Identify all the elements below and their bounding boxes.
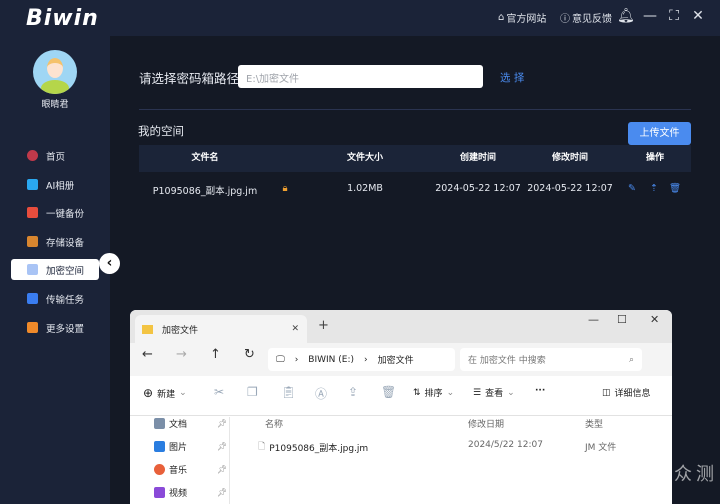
- nav-pictures[interactable]: 图片: [154, 440, 187, 453]
- row-size: 1.02MB: [347, 183, 383, 194]
- path-input[interactable]: E:\加密文件: [238, 65, 483, 88]
- search-input[interactable]: 在 加密文件 中搜索 ⌕: [460, 348, 642, 371]
- avatar[interactable]: [33, 50, 77, 94]
- documents-icon: [154, 418, 165, 429]
- file-explorer-window: 加密文件 ✕ + — ☐ ✕ ← → ↑ ↻ 🖵︎ › BIWIN (E:) › 加…: [130, 310, 672, 504]
- pin-icon[interactable]: 📌︎: [217, 419, 227, 428]
- col-actions: 操作: [645, 153, 664, 163]
- sort-button[interactable]: ⇅ 排序 ⌄: [413, 386, 454, 400]
- album-icon: [27, 179, 38, 190]
- settings-icon: [27, 322, 38, 333]
- minimize-icon[interactable]: —: [588, 313, 599, 326]
- row-modified: 2024-05-22 12:07: [527, 183, 613, 194]
- lock-icon: 🔒︎: [282, 183, 288, 194]
- col-created: 创建时间: [459, 153, 496, 163]
- title-bar: Biwin ⌂ 官方网站 ⓘ 意见反馈 🔔︎ — ⛶ ✕: [0, 0, 720, 36]
- row-filename[interactable]: P1095086_副本.jpg.jm: [140, 183, 270, 197]
- nav-music[interactable]: 音乐: [154, 463, 187, 476]
- collapse-sidebar-button[interactable]: ‹: [99, 253, 120, 274]
- file-type: JM 文件: [585, 443, 617, 453]
- rename-icon[interactable]: Ⓐ: [315, 385, 327, 402]
- minimize-icon[interactable]: —: [642, 8, 658, 24]
- cut-icon[interactable]: ✂: [214, 385, 224, 399]
- transfer-icon: [27, 293, 38, 304]
- official-site-link[interactable]: ⌂ 官方网站: [498, 10, 546, 25]
- up-icon[interactable]: ↑: [210, 347, 221, 362]
- folder-icon: [142, 324, 153, 334]
- col-size: 文件大小: [346, 153, 383, 163]
- nav-videos[interactable]: 视频: [154, 486, 187, 499]
- edit-icon[interactable]: ✎: [628, 183, 636, 194]
- col-modified: 修改时间: [551, 153, 588, 163]
- back-icon[interactable]: ←: [142, 347, 153, 362]
- col-date[interactable]: 修改日期: [468, 417, 504, 430]
- sidebar-item-transfer[interactable]: 传输任务: [11, 288, 99, 309]
- sidebar-item-backup[interactable]: 一键备份: [11, 202, 99, 223]
- sidebar-item-ai-album[interactable]: AI相册: [11, 174, 99, 195]
- divider: [139, 109, 691, 110]
- pin-icon[interactable]: 📌︎: [217, 442, 227, 451]
- list-icon: ☰: [473, 387, 482, 398]
- computer-icon: 🖵︎: [276, 354, 285, 365]
- pictures-icon: [154, 441, 165, 452]
- music-icon: [154, 464, 165, 475]
- view-button[interactable]: ☰ 查看 ⌄: [473, 386, 515, 400]
- command-bar: [130, 376, 672, 416]
- tab-encrypted-folder[interactable]: 加密文件 ✕: [135, 315, 307, 343]
- upload-file-button[interactable]: 上传文件: [628, 122, 691, 145]
- sort-icon: ⇅: [413, 387, 421, 398]
- paste-icon[interactable]: 📋︎: [281, 385, 296, 399]
- sidebar-item-storage[interactable]: 存储设备: [11, 231, 99, 252]
- feedback-link[interactable]: ⓘ 意见反馈: [560, 10, 612, 25]
- refresh-icon[interactable]: ↻: [244, 347, 255, 362]
- question-icon: ⓘ: [560, 14, 570, 25]
- forward-icon[interactable]: →: [176, 347, 187, 362]
- home-icon: ⌂: [498, 12, 505, 23]
- close-icon[interactable]: ✕: [690, 8, 706, 24]
- trash-icon[interactable]: 🗑︎: [669, 183, 681, 194]
- biwin-logo: Biwin: [26, 6, 99, 31]
- more-button[interactable]: ···: [535, 386, 545, 396]
- plus-circle-icon: ⊕: [143, 386, 154, 400]
- new-tab-icon[interactable]: +: [318, 318, 329, 333]
- home-icon: [27, 150, 38, 161]
- close-icon[interactable]: ✕: [650, 313, 659, 326]
- maximize-icon[interactable]: ☐: [617, 313, 627, 326]
- chevron-left-icon: ‹: [106, 255, 113, 271]
- storage-icon: [27, 236, 38, 247]
- share-icon[interactable]: ⇪: [348, 385, 358, 399]
- bell-icon[interactable]: 🔔︎: [617, 8, 635, 24]
- file-row[interactable]: 🗋 P1095086_副本.jpg.jm: [258, 439, 368, 455]
- row-created: 2024-05-22 12:07: [435, 183, 521, 194]
- close-tab-icon[interactable]: ✕: [291, 324, 299, 334]
- pin-icon[interactable]: 📌︎: [217, 465, 227, 474]
- nav-documents[interactable]: 文档: [154, 417, 187, 430]
- col-type[interactable]: 类型: [585, 417, 603, 430]
- col-filename: 文件名: [191, 153, 219, 163]
- videos-icon: [154, 487, 165, 498]
- file-icon: 🗋: [258, 442, 266, 452]
- address-bar[interactable]: 🖵︎ › BIWIN (E:) › 加密文件: [268, 348, 455, 371]
- sidebar-item-home[interactable]: 首页: [11, 145, 99, 166]
- maximize-icon[interactable]: ⛶: [666, 8, 682, 24]
- select-path-button[interactable]: 选 择: [500, 70, 524, 85]
- copy-icon[interactable]: ❐: [247, 385, 258, 399]
- section-title: 我的空间: [138, 124, 184, 138]
- pin-icon[interactable]: 📌︎: [217, 488, 227, 497]
- sidebar-item-encrypted-space[interactable]: 加密空间: [11, 259, 99, 280]
- sidebar-item-settings[interactable]: 更多设置: [11, 317, 99, 338]
- path-label: 请选择密码箱路径: [139, 71, 240, 86]
- new-button[interactable]: ⊕ 新建 ⌄: [143, 386, 187, 400]
- col-name[interactable]: 名称: [265, 417, 283, 430]
- backup-icon: [27, 207, 38, 218]
- folder-icon: [27, 264, 38, 275]
- details-pane-icon: ◫: [602, 387, 611, 398]
- watermark: 新浪众测: [630, 464, 718, 485]
- file-date: 2024/5/22 12:07: [468, 440, 543, 450]
- upload-icon[interactable]: ⇡: [650, 183, 658, 194]
- search-icon: ⌕: [628, 354, 634, 365]
- details-button[interactable]: ◫ 详细信息: [602, 386, 651, 400]
- user-name: 眼睛君: [41, 100, 69, 110]
- delete-icon[interactable]: 🗑︎: [381, 385, 396, 399]
